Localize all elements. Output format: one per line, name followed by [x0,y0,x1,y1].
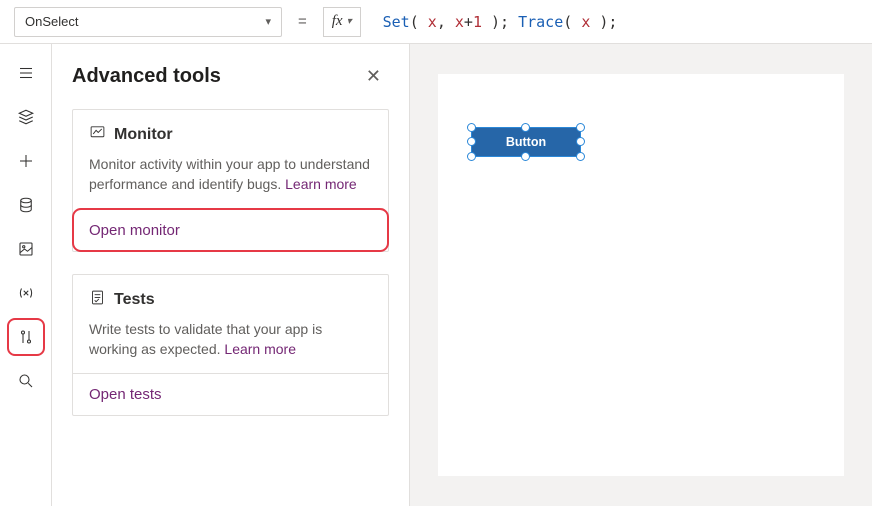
card-title-text: Tests [114,291,155,309]
chevron-down-icon: ▾ [265,15,271,28]
card-description: Write tests to validate that your app is… [89,319,372,360]
chevron-down-icon: ▾ [347,16,352,27]
resize-handle[interactable] [521,152,530,161]
tool-card: Monitor Monitor activity within your app … [72,109,389,252]
tree-view-icon[interactable] [9,100,43,134]
app-screen[interactable]: Button [438,74,844,476]
card-action-link[interactable]: Open monitor [89,222,180,239]
resize-handle[interactable] [521,123,530,132]
card-action-link[interactable]: Open tests [89,386,162,403]
left-rail [0,44,52,506]
fx-button[interactable]: fx ▾ [323,7,361,37]
close-icon[interactable]: ✕ [358,62,389,91]
search-icon[interactable] [9,364,43,398]
card-title: Monitor [89,124,372,146]
learn-more-link[interactable]: Learn more [285,176,357,192]
media-icon[interactable] [9,232,43,266]
button-control[interactable]: Button [472,128,580,156]
resize-handle[interactable] [467,123,476,132]
card-title-text: Monitor [114,126,173,144]
hamburger-icon[interactable] [9,56,43,90]
learn-more-link[interactable]: Learn more [224,341,296,357]
fx-label: fx [332,13,343,30]
card-description: Monitor activity within your app to unde… [89,154,372,195]
tests-icon [89,289,106,311]
monitor-icon [89,124,106,146]
advanced-tools-icon[interactable] [9,320,43,354]
advanced-tools-panel: Advanced tools ✕ Monitor Monitor activity… [52,44,410,506]
variables-icon[interactable] [9,276,43,310]
data-icon[interactable] [9,188,43,222]
equals-label: = [294,13,311,30]
formula-bar: OnSelect ▾ = fx ▾ Set( x, x+1 ); Trace( … [0,0,872,44]
resize-handle[interactable] [576,123,585,132]
resize-handle[interactable] [576,152,585,161]
resize-handle[interactable] [467,152,476,161]
button-label: Button [506,135,546,149]
property-name: OnSelect [25,14,78,29]
panel-title: Advanced tools [72,65,221,88]
formula-input[interactable]: Set( x, x+1 ); Trace( x ); [373,13,618,31]
property-selector[interactable]: OnSelect ▾ [14,7,282,37]
insert-icon[interactable] [9,144,43,178]
resize-handle[interactable] [467,137,476,146]
canvas[interactable]: Button [410,44,872,506]
tool-card: Tests Write tests to validate that your a… [72,274,389,417]
card-title: Tests [89,289,372,311]
resize-handle[interactable] [576,137,585,146]
